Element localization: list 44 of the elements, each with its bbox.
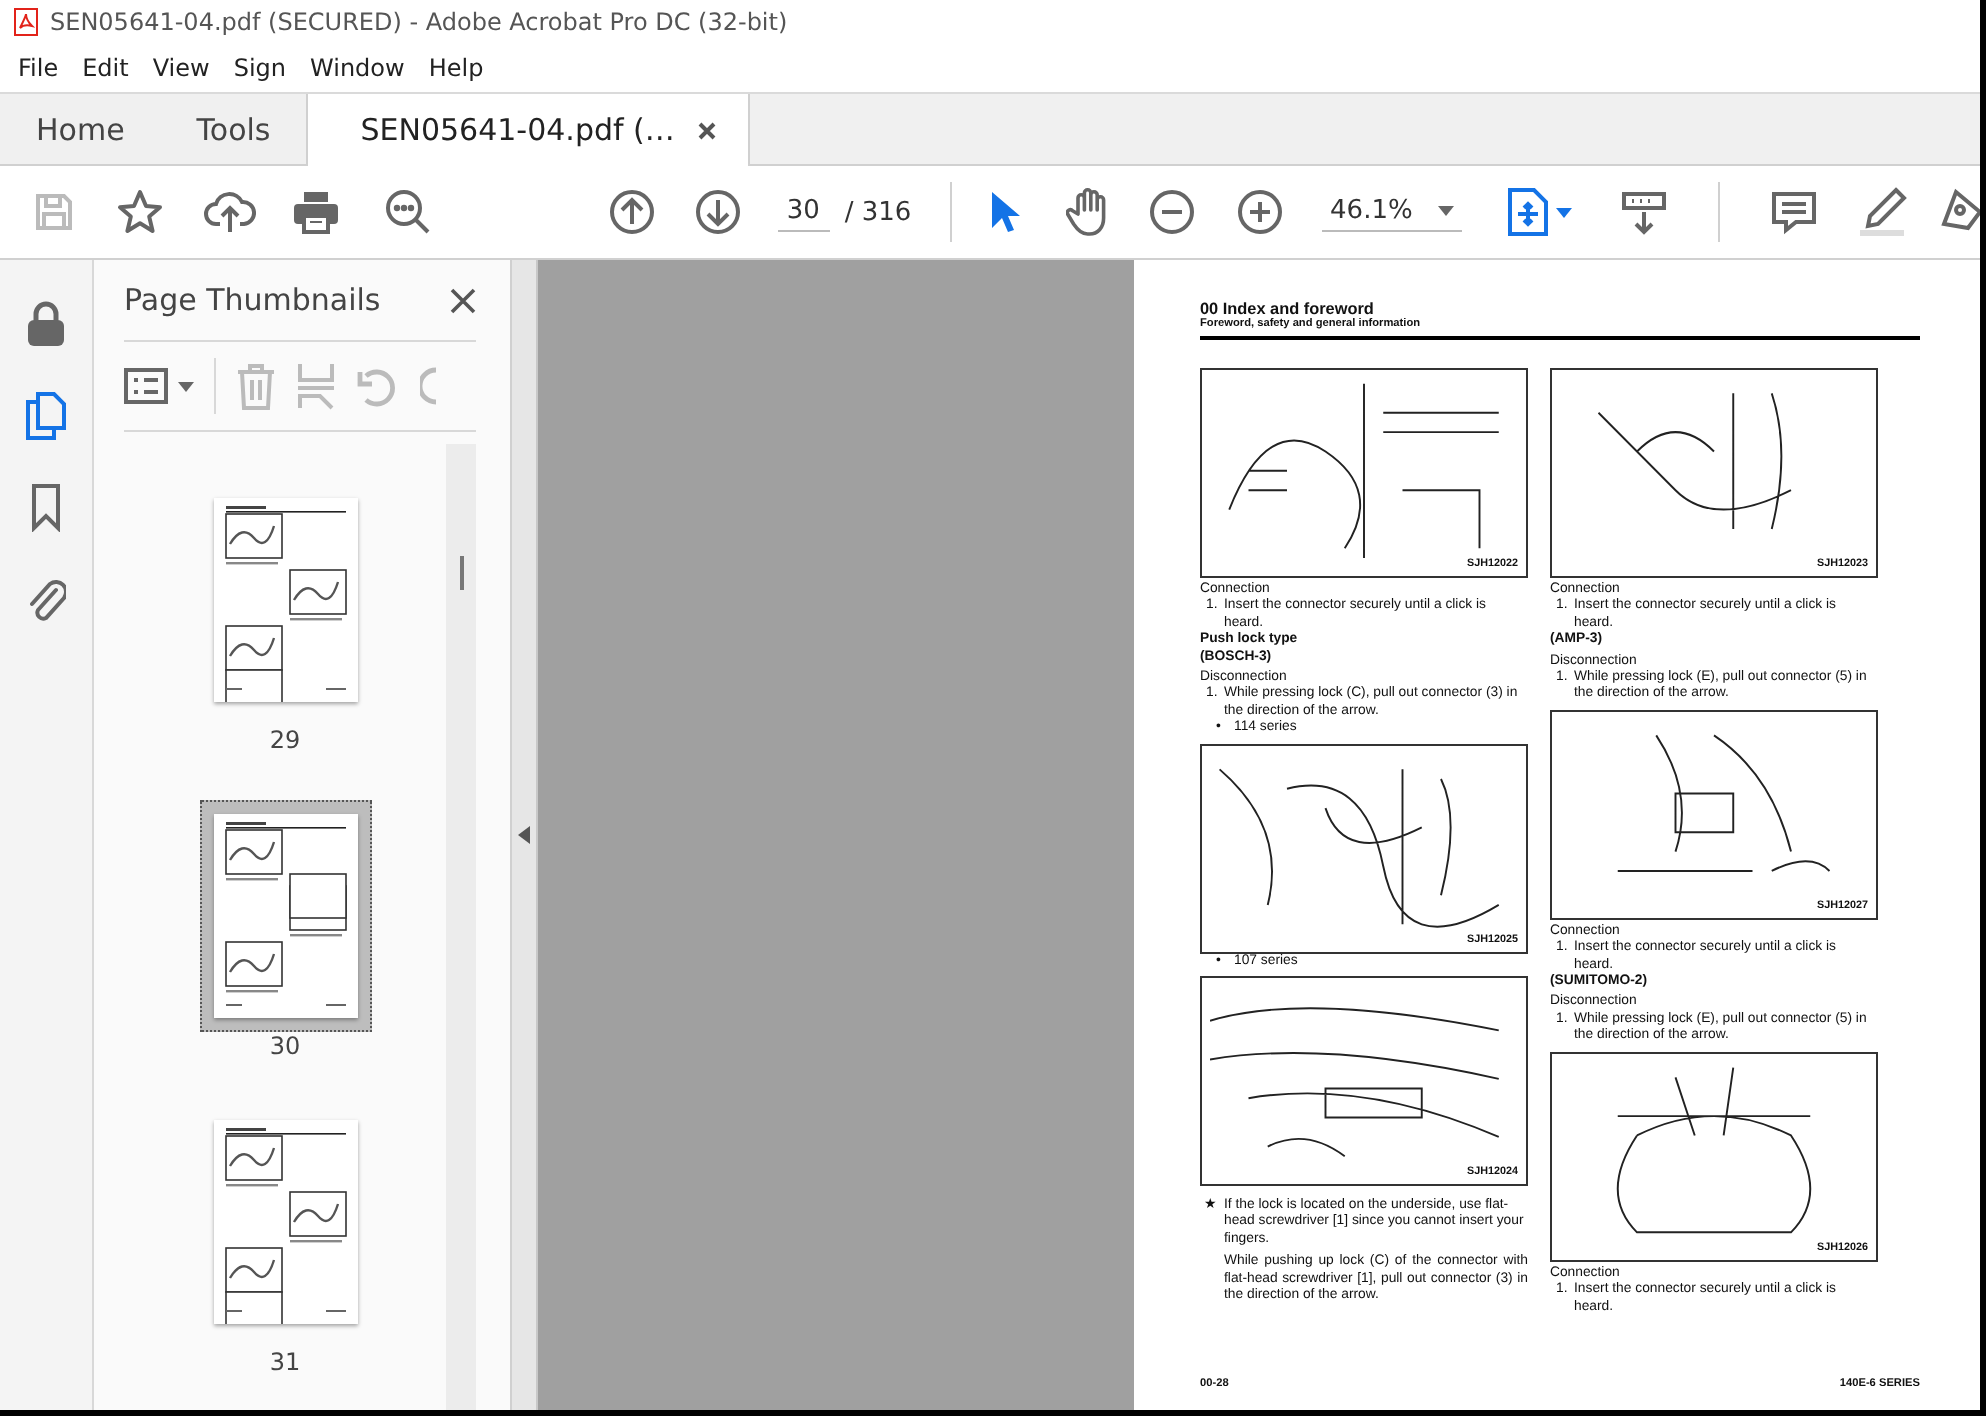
highlighter-icon[interactable] [1856,186,1909,238]
menu-item[interactable]: View [140,50,222,86]
caret-icon[interactable] [1438,206,1455,216]
arrow-down-icon[interactable] [694,188,743,236]
paperclip-icon[interactable] [26,576,66,624]
menu-item[interactable]: Help [416,50,496,86]
scrollbar[interactable] [446,444,476,1410]
menu-item[interactable]: Window [298,50,417,86]
pages-icon[interactable] [26,392,66,440]
pen-icon[interactable] [1939,188,1980,236]
lock-icon[interactable] [26,300,66,348]
page-count: / 316 [844,197,912,227]
print-icon[interactable] [292,190,341,234]
comment-icon[interactable] [1770,188,1819,236]
menu-item[interactable]: File [6,50,71,86]
options-menu-icon[interactable] [124,368,194,404]
page-title: 00 Index and foreword [1200,300,1376,318]
zoom-in-icon[interactable] [1235,188,1284,236]
tab[interactable]: Tools [160,94,307,164]
cloud-upload-icon[interactable] [203,188,256,236]
page-number: 29 [269,726,301,754]
close-icon[interactable] [450,287,476,313]
page-number: 30 [269,1032,301,1060]
fit-page-icon[interactable] [1508,188,1573,236]
arrow-up-icon[interactable] [607,188,656,236]
window-title: SEN05641-04.pdf (SECURED) - Adobe Acrobat Pro DC (32-bit) [50,8,788,36]
search-icon[interactable] [384,188,433,236]
pointer-icon[interactable] [987,190,1020,234]
collapse-arrow-icon[interactable] [518,826,530,844]
page-number: 31 [269,1348,301,1376]
menu-item[interactable]: Sign [221,50,299,86]
zoom-out-icon[interactable] [1148,188,1197,236]
star-icon[interactable] [116,188,165,236]
bookmark-icon[interactable] [30,484,62,532]
tab[interactable]: SEN05641-04.pdf (… [306,94,751,166]
page-thumbnail[interactable] [199,800,371,1032]
close-icon[interactable] [698,121,717,139]
page-number-field[interactable]: 30 [777,192,830,232]
pdf-logo-icon [14,8,38,36]
panel-title: Page Thumbnails [124,282,381,318]
scroll-mode-icon[interactable] [1619,188,1668,236]
menu-item[interactable]: Edit [70,50,141,86]
zoom-field[interactable]: 46.1% [1322,192,1463,232]
tab[interactable]: Home [0,94,161,164]
